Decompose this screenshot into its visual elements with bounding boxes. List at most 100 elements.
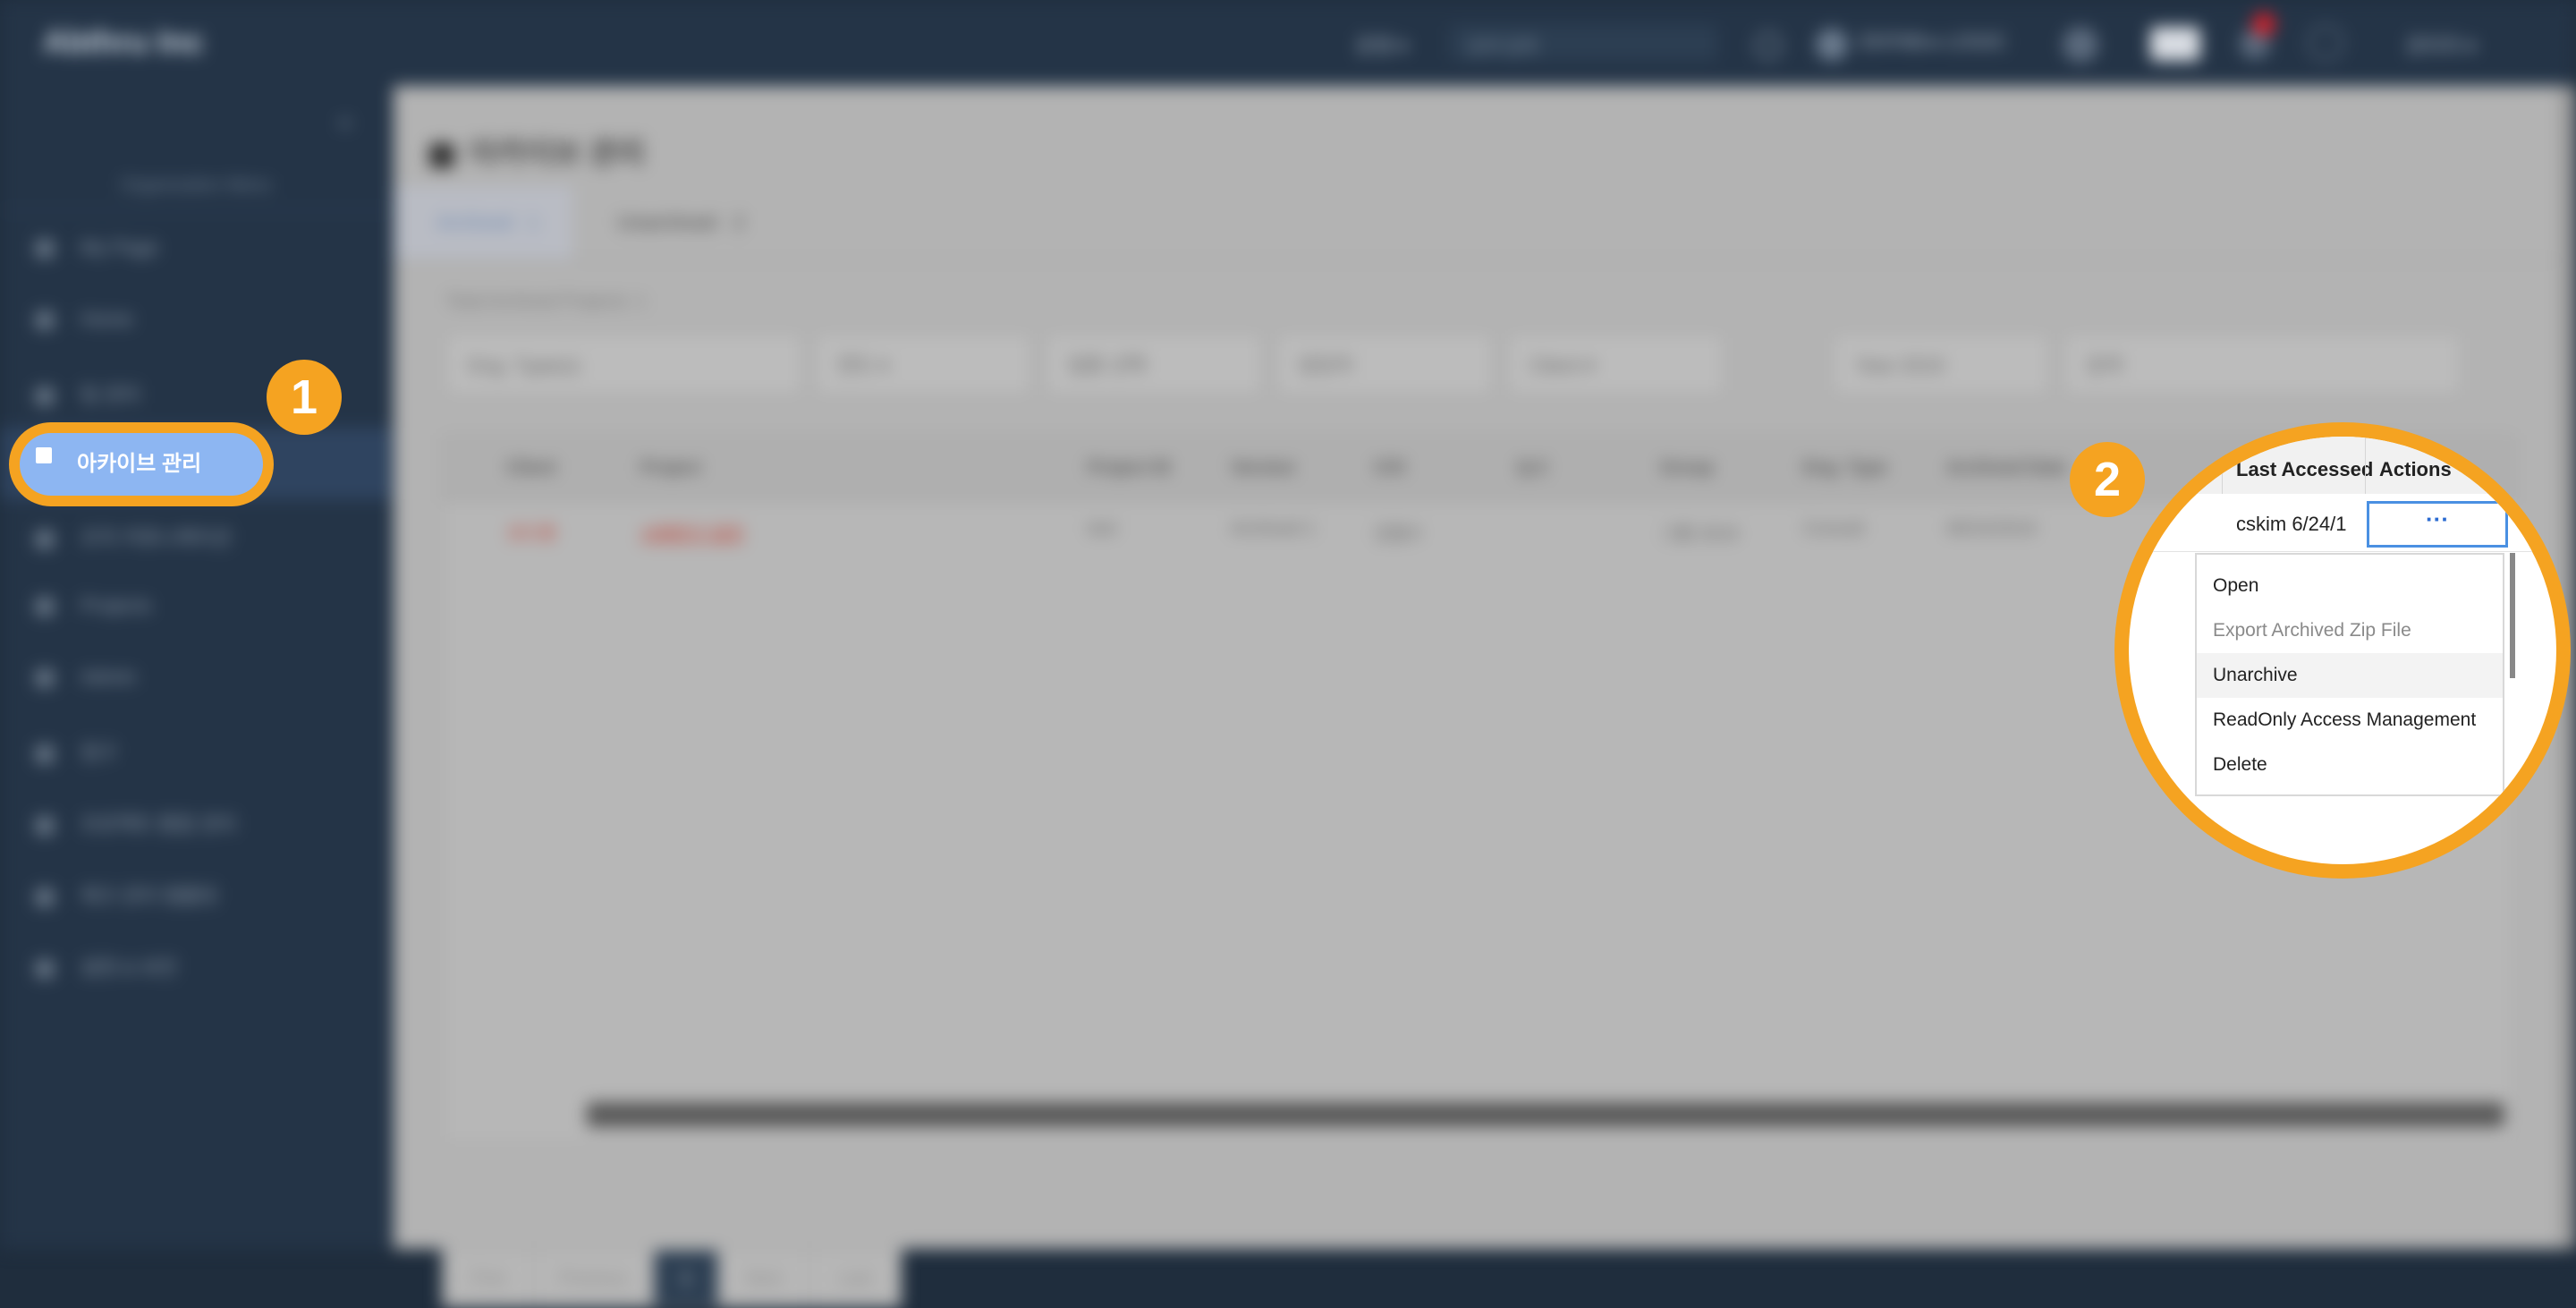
column-header[interactable]: Group xyxy=(1660,458,1714,479)
sidebar-divider xyxy=(0,209,392,211)
menu-item-open[interactable]: Open xyxy=(2197,564,2503,608)
sidebar-item-settings[interactable]: 설정 & 보안 xyxy=(36,952,177,981)
dashboard-icon xyxy=(36,311,54,330)
archive-icon xyxy=(429,143,454,169)
row-co: 김철수 xyxy=(1374,524,1424,544)
notification-badge xyxy=(2252,13,2275,36)
row-group: 그룹 2019 xyxy=(1660,524,1738,544)
column-header[interactable]: Client xyxy=(506,458,556,479)
total-archived-label: Total Archived Projects: 1 xyxy=(445,292,647,311)
sidebar-item-label: 청구 xyxy=(80,742,117,764)
horizontal-scrollbar[interactable] xyxy=(587,1102,2504,1127)
tab-archived-label[interactable]: Archived xyxy=(436,211,513,234)
column-header[interactable]: C/O xyxy=(1374,458,1406,479)
sidebar-item-admin[interactable]: Admin xyxy=(36,666,136,689)
gear-icon xyxy=(36,960,54,979)
step-badge-2: 2 xyxy=(2070,442,2145,517)
zoom-table-header: Last Accessed Actions xyxy=(2129,437,2556,495)
eng-type-filter[interactable]: Eng. Type(s) xyxy=(445,333,803,395)
row-eng-type: Consult xyxy=(1803,519,1864,539)
sidebar-item-my-page[interactable]: My Page xyxy=(36,236,158,259)
column-header[interactable]: Eng. Type xyxy=(1803,458,1887,479)
topbar-menu[interactable]: 운영 ▾ xyxy=(1356,30,1408,59)
topbar-org-label[interactable]: ENTAB ▸ LOGIC xyxy=(1860,30,2006,54)
topbar-search-placeholder: 검색 입력 xyxy=(1467,38,1538,57)
year-filter[interactable]: 연도 ▾ xyxy=(814,333,1032,395)
magnified-actions-view: Last Accessed Actions cskim 6/24/1 ··· O… xyxy=(2129,437,2556,864)
tab-unarchived-count: 2 xyxy=(733,211,745,234)
row-project-id: test xyxy=(1088,519,1117,539)
search-input[interactable]: 검색 xyxy=(2063,333,2462,395)
flag-icon[interactable] xyxy=(2150,27,2200,61)
menu-item-export-archived-zip: Export Archived Zip File xyxy=(2213,620,2411,641)
pagination-first[interactable]: First xyxy=(442,1249,535,1308)
column-header[interactable]: Archived Date xyxy=(1946,458,2067,479)
top-navigation-bar: Abthru Inc 운영 ▾ 검색 입력 ENTAB ▸ LOGIC 관리자 … xyxy=(0,0,2576,86)
sidebar-item-archive-label: 아카이브 관리 xyxy=(77,452,202,476)
pagination-previous[interactable]: Previous xyxy=(533,1249,653,1308)
sidebar-item-communication[interactable]: 조직 커뮤니케이션 xyxy=(36,522,231,551)
page-title-text: 아카이브 관리 xyxy=(469,137,646,171)
sidebar-item-label: 체크 관리 템플릿 xyxy=(80,885,218,907)
tab-unarchived[interactable]: Unarchived xyxy=(617,211,716,234)
user-icon[interactable] xyxy=(2063,27,2098,63)
column-header[interactable]: Project ID xyxy=(1088,458,1171,479)
org-avatar[interactable] xyxy=(1816,29,1848,61)
topbar-search-input[interactable]: 검색 입력 xyxy=(1449,25,1717,61)
menu-item-readonly-access[interactable]: ReadOnly Access Management xyxy=(2197,698,2503,743)
manager-filter[interactable]: 담당자 xyxy=(1275,333,1494,395)
sidebar-item-projects[interactable]: Projects xyxy=(36,594,151,617)
sidebar-item-project-management[interactable]: 프로젝트 통합 관리 xyxy=(36,809,236,837)
sidebar-item-team[interactable]: 팀 관리 xyxy=(36,379,140,408)
sidebar-item-checklist[interactable]: 체크 관리 템플릿 xyxy=(36,880,218,909)
last-accessed-header[interactable]: Last Accessed xyxy=(2236,458,2373,481)
brand-name: Abthru Inc xyxy=(43,23,204,60)
sidebar-item-label: 프로젝트 통합 관리 xyxy=(80,813,237,836)
row-archived-date: 06/24/2019 xyxy=(1946,519,2037,539)
sidebar-item-label: Home xyxy=(80,308,133,330)
sidebar-item-label: Projects xyxy=(80,594,152,616)
sidebar-item-home[interactable]: Home xyxy=(36,308,133,331)
archive-box-icon xyxy=(36,447,52,463)
search-icon[interactable] xyxy=(1755,32,1782,59)
sidebar: « Organization Menu My Page Home 팀 관리 조직… xyxy=(0,86,392,1249)
home-icon xyxy=(36,240,54,259)
industry-filter[interactable]: 업종 선택 xyxy=(1045,333,1263,395)
year-select[interactable]: Year 2019 xyxy=(1832,333,2050,395)
admin-icon xyxy=(36,669,54,688)
sidebar-item-label: My Page xyxy=(80,236,158,259)
pagination-page-1[interactable]: 1 xyxy=(653,1249,719,1308)
menu-scrollbar[interactable] xyxy=(2510,553,2515,678)
tab-archived-count: 1 xyxy=(528,211,539,234)
menu-item-delete[interactable]: Delete xyxy=(2197,743,2503,787)
sidebar-item-label: 팀 관리 xyxy=(80,384,140,406)
tab-bar: Archived 1 Unarchived 2 xyxy=(394,186,2560,261)
actions-header: Actions xyxy=(2379,458,2452,480)
more-icon: ··· xyxy=(2426,505,2449,532)
row-project-link[interactable]: 사례연구 업무 xyxy=(640,519,744,545)
actions-menu-button[interactable]: ··· xyxy=(2367,501,2508,548)
sidebar-item-billing[interactable]: 청구 xyxy=(36,737,116,766)
step-badge-1: 1 xyxy=(267,360,342,435)
pagination-last[interactable]: Last xyxy=(809,1249,902,1308)
user-menu[interactable]: 관리자 ▾ xyxy=(2406,30,2476,59)
checklist-icon xyxy=(36,888,54,907)
collapse-icon[interactable]: « xyxy=(338,107,352,136)
pagination-next[interactable]: Next xyxy=(717,1249,810,1308)
list-icon xyxy=(36,817,54,836)
last-accessed-cell: cskim 6/24/1 xyxy=(2236,513,2347,535)
menu-item-unarchive[interactable]: Unarchive xyxy=(2197,653,2503,698)
folder-icon xyxy=(36,598,54,616)
help-icon[interactable] xyxy=(2308,25,2343,61)
billing-icon xyxy=(36,745,54,764)
sidebar-item-label: Admin xyxy=(80,666,137,688)
column-header[interactable]: Q.C xyxy=(1517,458,1549,479)
sidebar-item-label: 조직 커뮤니케이션 xyxy=(80,527,232,549)
row-version: Archived 1 xyxy=(1231,519,1316,539)
team-icon xyxy=(36,387,54,406)
sidebar-org-label: Organization Menu xyxy=(120,175,272,195)
column-header[interactable]: Project xyxy=(640,458,701,479)
chat-icon xyxy=(36,531,54,549)
column-header[interactable]: Version xyxy=(1231,458,1295,479)
client-filter[interactable]: Client ▾ xyxy=(1506,333,1724,395)
